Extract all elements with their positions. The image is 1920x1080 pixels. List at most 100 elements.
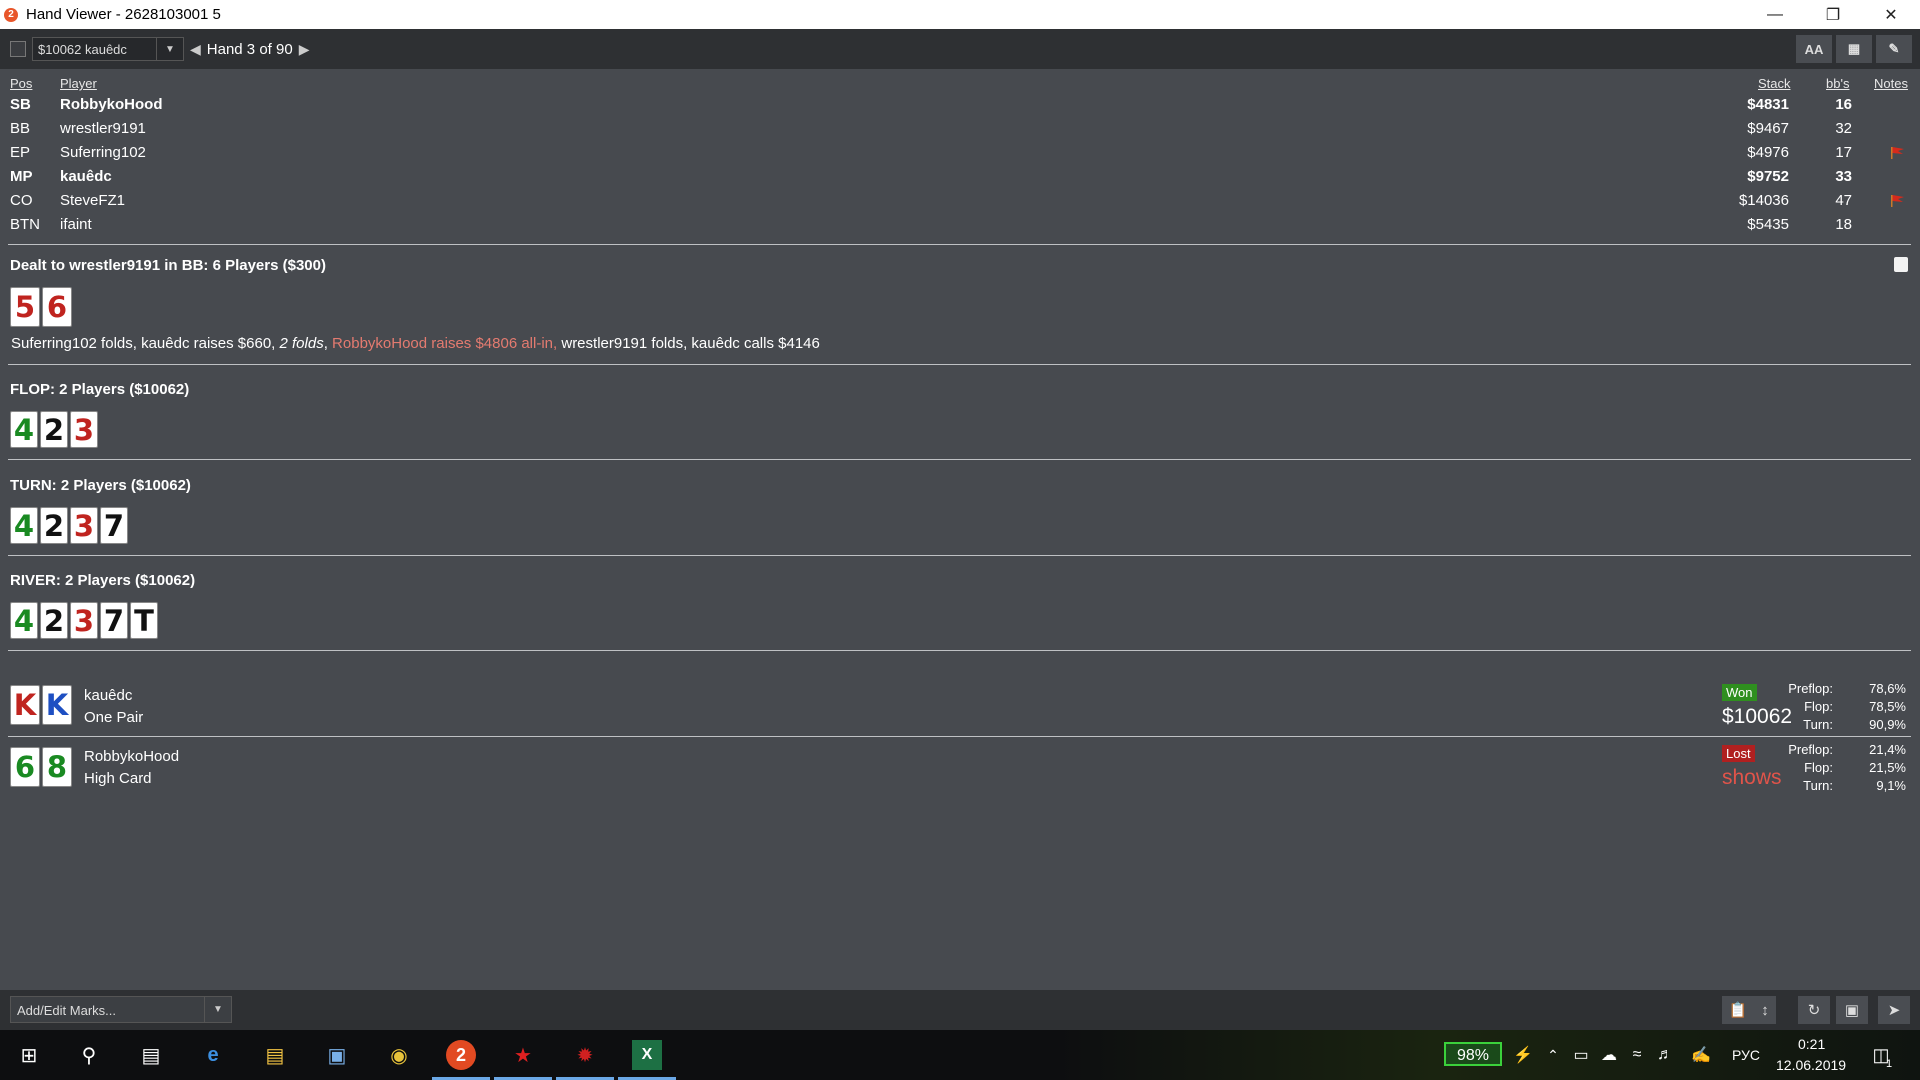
pokerstars-icon[interactable]: ★ — [508, 1040, 538, 1070]
note-icon[interactable] — [1894, 257, 1908, 272]
font-size-button[interactable]: AA — [1796, 35, 1832, 63]
excel-icon[interactable]: X — [632, 1040, 662, 1070]
player-stack: $9752 — [1747, 168, 1789, 185]
windows-start-icon[interactable]: ⊞ — [14, 1040, 44, 1070]
battery-indicator[interactable]: 98% — [1444, 1042, 1502, 1066]
player-name[interactable]: wrestler9191 — [60, 120, 146, 137]
header-notes[interactable]: Notes — [1874, 76, 1908, 91]
divider — [8, 555, 1911, 556]
action-text-end: wrestler9191 folds, kauêdc calls $4146 — [557, 335, 820, 352]
save-icon[interactable]: ▣ — [1836, 996, 1868, 1024]
playing-card: 7 — [100, 507, 128, 544]
header-pos[interactable]: Pos — [10, 76, 32, 91]
showdown-cards: KK — [10, 685, 72, 725]
red-flag-icon[interactable] — [1890, 147, 1904, 159]
showdown-player-name: kauêdc — [84, 687, 133, 704]
chrome-icon[interactable]: ◉ — [384, 1040, 414, 1070]
wifi-icon[interactable]: ≈ — [1622, 1040, 1652, 1070]
battery-icon[interactable]: ▭ — [1566, 1040, 1596, 1070]
action-folds: 2 folds — [279, 335, 324, 352]
shows-label: shows — [1722, 766, 1782, 789]
player-row[interactable]: CO SteveFZ1 $14036 47 — [0, 192, 1920, 216]
grid-icon[interactable]: ▦ — [1836, 35, 1872, 63]
chevron-down-icon[interactable]: ▼ — [156, 38, 183, 60]
edit-pencil-icon[interactable]: ✎ — [1876, 35, 1912, 63]
player-row[interactable]: MP kauêdc $9752 33 — [0, 168, 1920, 192]
edge-icon[interactable]: e — [198, 1040, 228, 1070]
equity-label: Turn: — [1803, 778, 1833, 793]
player-pos: BB — [10, 120, 31, 137]
sort-arrows-icon[interactable]: ↕ — [1754, 996, 1776, 1024]
showdown-cards: 68 — [10, 747, 72, 787]
action-allin: RobbykoHood raises $4806 all-in, — [332, 335, 558, 352]
divider — [8, 459, 1911, 460]
player-bbs: 32 — [1835, 120, 1852, 137]
refresh-icon[interactable]: ↻ — [1798, 996, 1830, 1024]
player-bbs: 47 — [1835, 192, 1852, 209]
close-button[interactable]: ✕ — [1862, 0, 1920, 29]
equity-label: Flop: — [1804, 699, 1833, 714]
header-player[interactable]: Player — [60, 76, 97, 91]
playing-card: K — [42, 685, 72, 725]
file-explorer-icon[interactable]: ▤ — [260, 1040, 290, 1070]
onedrive-icon[interactable]: ☁ — [1594, 1040, 1624, 1070]
divider — [8, 650, 1911, 651]
title-bar: 2 Hand Viewer - 2628103001 5 — ❐ ✕ — [0, 0, 1920, 29]
player-name[interactable]: Suferring102 — [60, 144, 146, 161]
player-bbs: 18 — [1835, 216, 1852, 233]
player-bbs: 17 — [1835, 144, 1852, 161]
minimize-button[interactable]: — — [1746, 0, 1804, 29]
search-icon[interactable]: ⚲ — [74, 1040, 104, 1070]
equity-value: 78,6% — [1869, 681, 1906, 696]
won-amount: $10062 — [1722, 705, 1793, 728]
holdem-manager-icon[interactable]: 2 — [446, 1040, 476, 1070]
player-pos: BTN — [10, 216, 40, 233]
turn-title: TURN: 2 Players ($10062) — [10, 477, 191, 494]
task-view-icon[interactable]: ▤ — [136, 1040, 166, 1070]
showdown-hand-rank: One Pair — [84, 709, 144, 726]
marks-dropdown[interactable]: Add/Edit Marks... ▼ — [10, 996, 232, 1023]
bottom-bar: Add/Edit Marks... ▼ 📋 ↕ ↻ ▣ ➤ — [0, 990, 1920, 1030]
computer-app-icon[interactable]: ▣ — [322, 1040, 352, 1070]
player-row[interactable]: SB RobbykoHood $4831 16 — [0, 96, 1920, 120]
window-title: Hand Viewer - 2628103001 5 — [26, 6, 221, 23]
hand-select-dropdown[interactable]: $10062 kauêdc ▼ — [32, 37, 184, 61]
prev-hand-button[interactable]: ◀ — [190, 41, 201, 58]
player-row[interactable]: EP Suferring102 $4976 17 — [0, 144, 1920, 168]
playing-card: 5 — [10, 287, 40, 327]
player-name[interactable]: ifaint — [60, 216, 92, 233]
player-pos: SB — [10, 96, 31, 113]
player-pos: CO — [10, 192, 33, 209]
playing-card: 4 — [10, 602, 38, 639]
header-stack[interactable]: Stack — [1758, 76, 1791, 91]
poker-app-icon[interactable]: ✹ — [570, 1040, 600, 1070]
playing-card: 2 — [40, 602, 68, 639]
playing-card: T — [130, 602, 158, 639]
next-hand-button[interactable]: ▶ — [299, 41, 310, 58]
clipboard-icon[interactable]: 📋 — [1722, 996, 1754, 1024]
player-name[interactable]: SteveFZ1 — [60, 192, 125, 209]
preflop-title: Dealt to wrestler9191 in BB: 6 Players (… — [10, 257, 326, 274]
player-name[interactable]: kauêdc — [60, 168, 112, 185]
player-row[interactable]: BTN ifaint $5435 18 — [0, 216, 1920, 240]
player-bbs: 33 — [1835, 168, 1852, 185]
red-flag-icon[interactable] — [1890, 195, 1904, 207]
equity-label: Flop: — [1804, 760, 1833, 775]
twitter-icon[interactable]: ➤ — [1878, 996, 1910, 1024]
language-indicator[interactable]: РУС — [1732, 1047, 1760, 1063]
chevron-down-icon[interactable]: ▼ — [204, 997, 231, 1022]
pen-icon[interactable]: ✍ — [1686, 1040, 1716, 1070]
volume-icon[interactable]: ♬ — [1650, 1040, 1680, 1070]
player-name[interactable]: RobbykoHood — [60, 96, 163, 113]
restore-button[interactable]: ❐ — [1804, 0, 1862, 29]
player-row[interactable]: BB wrestler9191 $9467 32 — [0, 120, 1920, 144]
preflop-actions: Suferring102 folds, kauêdc raises $660, … — [11, 335, 820, 352]
clock-time[interactable]: 0:21 — [1798, 1036, 1825, 1052]
chevron-up-icon[interactable]: ⌃ — [1538, 1040, 1568, 1070]
select-checkbox[interactable] — [10, 41, 26, 57]
playing-card: 2 — [40, 411, 68, 448]
player-stack: $14036 — [1738, 192, 1789, 209]
clock-date[interactable]: 12.06.2019 — [1776, 1057, 1846, 1073]
header-bbs[interactable]: bb's — [1826, 76, 1849, 91]
playing-card: 7 — [100, 602, 128, 639]
